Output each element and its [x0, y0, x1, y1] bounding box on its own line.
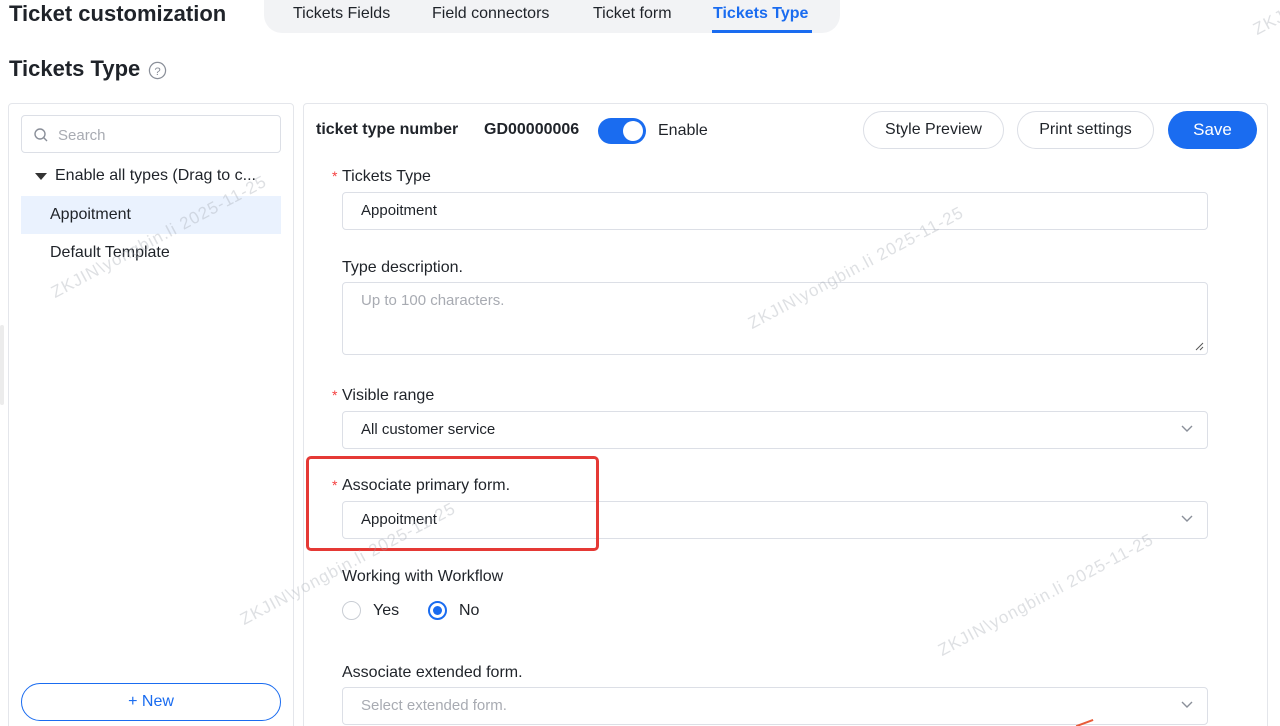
- chevron-down-icon: [1181, 425, 1193, 432]
- associate-primary-value: Appoitment: [361, 511, 437, 528]
- page-title: Tickets Type: [9, 56, 141, 81]
- active-tab-indicator: [712, 30, 812, 33]
- tickets-type-label: Tickets Type: [342, 168, 431, 185]
- print-settings-button[interactable]: Print settings: [1017, 111, 1154, 149]
- search-box[interactable]: [21, 115, 281, 153]
- workflow-yes-label[interactable]: Yes: [373, 602, 399, 620]
- new-type-button[interactable]: + New: [21, 683, 281, 721]
- associate-primary-select[interactable]: Appoitment: [342, 501, 1208, 539]
- type-list-panel: Enable all types (Drag to c... Appoitmen…: [8, 103, 294, 726]
- chevron-down-icon: [1181, 515, 1193, 522]
- visible-range-label: Visible range: [342, 387, 435, 404]
- caret-down-icon: [35, 173, 47, 180]
- search-input[interactable]: [58, 125, 268, 145]
- visible-range-value: All customer service: [361, 421, 496, 438]
- tab-tickets-fields[interactable]: Tickets Fields: [293, 5, 390, 23]
- svg-text:?: ?: [154, 66, 160, 78]
- type-number-value: GD00000006: [484, 121, 580, 138]
- type-description-label: Type description.: [342, 259, 463, 276]
- workflow-label: Working with Workflow: [342, 568, 504, 585]
- chevron-down-icon: [1181, 701, 1193, 708]
- type-group-toggle[interactable]: Enable all types (Drag to c...: [33, 167, 283, 187]
- search-icon: [34, 128, 48, 142]
- associate-primary-label: Associate primary form.: [342, 477, 511, 494]
- workflow-yes-radio[interactable]: [342, 601, 361, 620]
- workflow-no-label[interactable]: No: [459, 602, 479, 620]
- save-button[interactable]: Save: [1168, 111, 1257, 149]
- visible-range-select[interactable]: All customer service: [342, 411, 1208, 449]
- type-description-textarea[interactable]: Up to 100 characters.: [342, 282, 1208, 355]
- required-marker: *: [332, 387, 338, 403]
- required-marker: *: [332, 168, 338, 184]
- required-marker: *: [332, 477, 338, 493]
- tab-tickets-type[interactable]: Tickets Type: [713, 5, 808, 23]
- help-icon[interactable]: ?: [148, 61, 167, 80]
- scroll-edge: [0, 325, 4, 405]
- watermark: ZKJIN\yongbin.li 2025-11-25: [1250, 0, 1280, 40]
- tab-field-connectors[interactable]: Field connectors: [432, 5, 549, 23]
- type-item-appoitment[interactable]: Appoitment: [21, 196, 281, 234]
- toggle-knob: [623, 121, 643, 141]
- type-number-label: ticket type number: [316, 121, 459, 138]
- type-item-default-template[interactable]: Default Template: [21, 234, 281, 272]
- new-type-label: + New: [128, 692, 174, 710]
- tab-ticket-form[interactable]: Ticket form: [593, 5, 672, 23]
- workflow-no-radio[interactable]: [428, 601, 447, 620]
- resize-handle-icon[interactable]: [1194, 341, 1204, 351]
- style-preview-button[interactable]: Style Preview: [863, 111, 1004, 149]
- tickets-type-input[interactable]: Appoitment: [342, 192, 1208, 230]
- enable-toggle[interactable]: [598, 118, 646, 144]
- associate-extended-select[interactable]: Select extended form.: [342, 687, 1208, 725]
- type-description-placeholder: Up to 100 characters.: [361, 292, 505, 309]
- associate-extended-label: Associate extended form.: [342, 664, 523, 681]
- enable-label: Enable: [658, 122, 708, 139]
- type-detail-panel: ticket type number GD00000006 Enable Sty…: [303, 103, 1268, 726]
- associate-extended-placeholder: Select extended form.: [361, 697, 507, 714]
- app-title: Ticket customization: [9, 1, 227, 26]
- type-group-label: Enable all types (Drag to c...: [55, 167, 256, 184]
- tab-bar: Tickets Fields Field connectors Ticket f…: [264, 0, 840, 33]
